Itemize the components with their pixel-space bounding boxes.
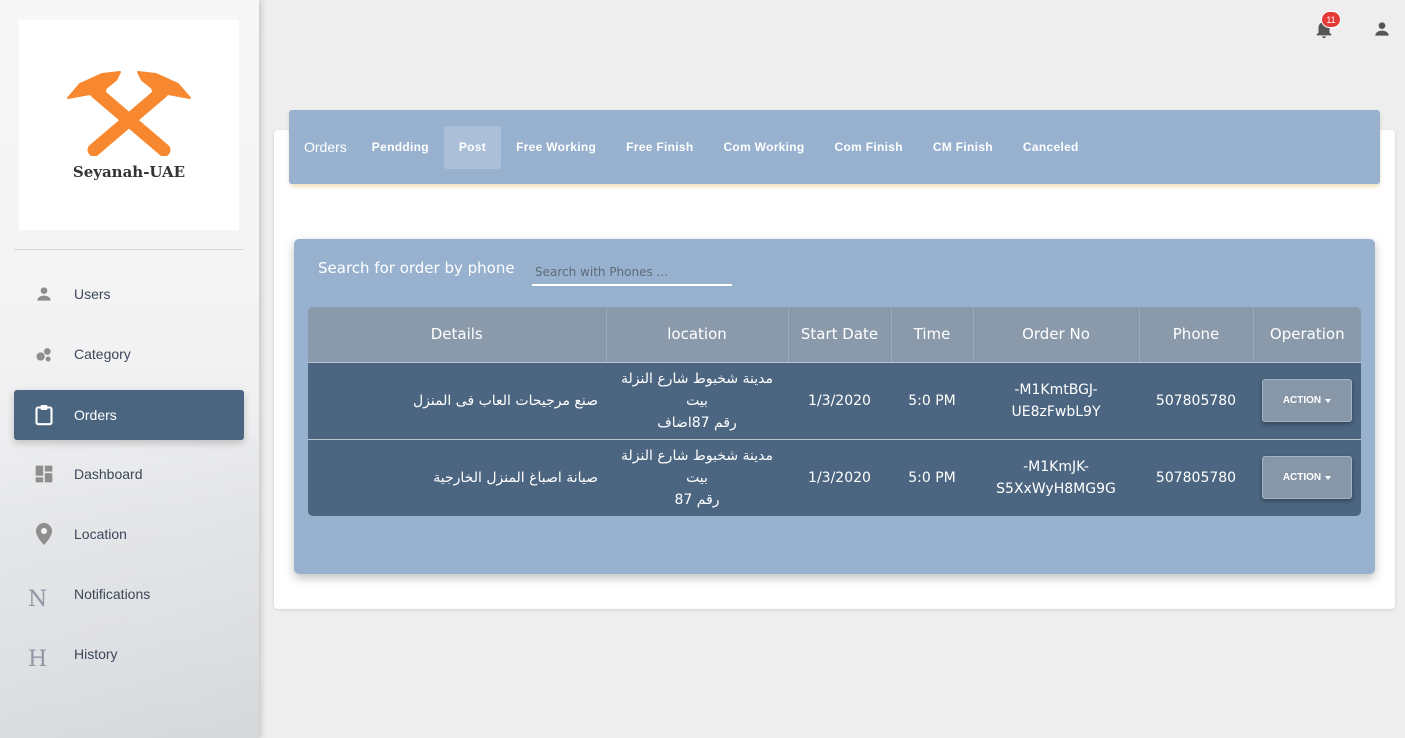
tab-com-finish[interactable]: Com Finish [820, 126, 918, 169]
clipboard-icon [14, 404, 74, 426]
sidebar-item-location[interactable]: Location [14, 509, 244, 559]
user-account-icon[interactable] [1372, 19, 1392, 39]
caret-down-icon [1325, 398, 1332, 403]
sidebar-item-users[interactable]: Users [14, 269, 244, 319]
cell-details: صيانة اصباغ المنزل الخارجية [308, 439, 606, 516]
cell-order-no: -M1KmJK- S5XxWyH8MG9G [973, 439, 1139, 516]
table-row: صنع مرجيحات العاب فى المنزل مدينة شخبوط … [308, 362, 1361, 440]
tab-cm-finish[interactable]: CM Finish [918, 126, 1008, 169]
cell-phone: 507805780 [1139, 362, 1253, 440]
person-icon [14, 284, 74, 304]
cell-location: مدينة شخبوط شارع النزلة بيت رقم 87 [606, 439, 788, 516]
tab-pendding[interactable]: Pendding [357, 126, 444, 169]
action-dropdown-button[interactable]: ACTION [1262, 379, 1352, 422]
order-no-line: S5XxWyH8MG9G [996, 480, 1116, 497]
location-line: رقم 87 [674, 491, 720, 508]
order-no-line: -M1KmtBGJ- [1014, 381, 1098, 398]
sidebar-item-label: History [74, 646, 118, 662]
sidebar-item-label: Category [74, 346, 131, 362]
sidebar-item-notifications[interactable]: N Notifications [14, 569, 244, 619]
orders-table-card: Search for order by phone Details locati… [294, 239, 1375, 574]
cell-start-date: 1/3/2020 [788, 362, 891, 440]
tab-com-working[interactable]: Com Working [708, 126, 819, 169]
order-no-line: UE8zFwbL9Y [1011, 403, 1101, 420]
tab-canceled[interactable]: Canceled [1008, 126, 1094, 169]
sidebar-item-orders[interactable]: Orders [14, 390, 244, 440]
cell-time: 5:0 PM [891, 439, 973, 516]
location-pin-icon [14, 523, 74, 545]
search-label: Search for order by phone [318, 259, 515, 277]
notification-badge: 11 [1321, 11, 1341, 28]
tab-post[interactable]: Post [443, 125, 502, 169]
cell-operation: ACTION [1253, 362, 1361, 440]
letter-n-icon: N [14, 577, 74, 612]
location-line: مدينة شخبوط شارع النزلة بيت [621, 447, 773, 486]
action-button-label: ACTION [1282, 394, 1322, 406]
sidebar-item-label: Notifications [74, 586, 151, 602]
location-line: رقم 87اضاف [657, 414, 737, 431]
logo[interactable]: Seyanah-UAE [19, 20, 239, 230]
column-header-details[interactable]: Details [308, 307, 607, 363]
cell-start-date: 1/3/2020 [788, 439, 891, 516]
caret-down-icon [1325, 475, 1332, 480]
column-header-start-date[interactable]: Start Date [788, 307, 892, 363]
tab-free-finish[interactable]: Free Finish [611, 126, 708, 169]
sidebar-item-label: Location [74, 526, 127, 542]
action-button-label: ACTION [1282, 471, 1322, 483]
letter-h-glyph: H [28, 646, 48, 672]
action-dropdown-button[interactable]: ACTION [1262, 456, 1352, 500]
column-header-operation[interactable]: Operation [1253, 307, 1361, 363]
column-header-phone[interactable]: Phone [1139, 307, 1254, 363]
sidebar-divider [14, 249, 244, 250]
table-row: صيانة اصباغ المنزل الخارجية مدينة شخبوط … [308, 439, 1361, 516]
column-header-order-no[interactable]: Order No [973, 307, 1140, 363]
sidebar-item-label: Dashboard [74, 466, 143, 482]
cell-order-no: -M1KmtBGJ- UE8zFwbL9Y [973, 362, 1139, 440]
column-header-time[interactable]: Time [891, 307, 974, 363]
order-no-line: -M1KmJK- [1023, 458, 1089, 475]
orders-tab-bar: Orders Pendding Post Free Working Free F… [289, 110, 1380, 184]
column-header-location[interactable]: location [606, 307, 789, 363]
orders-table: Details location Start Date Time Order N… [308, 307, 1361, 516]
bubbles-icon [14, 344, 74, 364]
tab-bar-title: Orders [304, 139, 347, 155]
sidebar-item-category[interactable]: Category [14, 329, 244, 379]
cell-time: 5:0 PM [891, 362, 973, 440]
letter-n-glyph: N [28, 586, 48, 612]
cell-location: مدينة شخبوط شارع النزلة بيت رقم 87اضاف [606, 362, 788, 440]
phone-search-input[interactable] [532, 259, 732, 286]
crossed-hammers-icon [67, 71, 191, 156]
cell-details: صنع مرجيحات العاب فى المنزل [308, 362, 606, 440]
cell-operation: ACTION [1253, 439, 1361, 516]
sidebar-item-label: Orders [74, 407, 117, 423]
table-header-row: Details location Start Date Time Order N… [308, 307, 1361, 363]
sidebar-item-dashboard[interactable]: Dashboard [14, 449, 244, 499]
letter-h-icon: H [14, 637, 74, 672]
sidebar-item-history[interactable]: H History [14, 629, 244, 679]
location-line: مدينة شخبوط شارع النزلة بيت [621, 370, 773, 409]
sidebar-item-label: Users [74, 286, 111, 302]
brand-name: Seyanah-UAE [72, 163, 186, 181]
tab-free-working[interactable]: Free Working [501, 126, 611, 169]
dashboard-icon [14, 464, 74, 484]
cell-phone: 507805780 [1139, 439, 1253, 516]
sidebar: Seyanah-UAE Users Category Orders Dashbo… [0, 0, 259, 738]
